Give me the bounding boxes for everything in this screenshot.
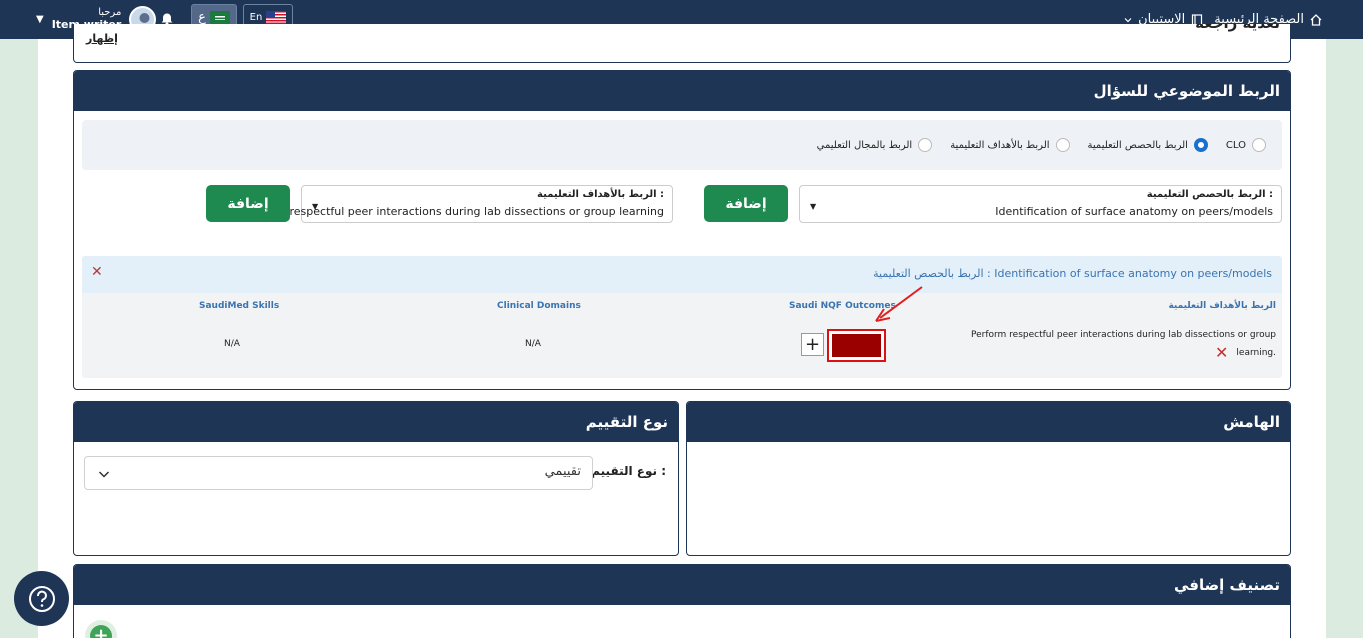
radio-educational-domain[interactable]: الربط بالمجال التعليمي (817, 138, 933, 152)
panel-title: الربط الموضوعي للسؤال (1093, 82, 1280, 100)
radio-educational-objectives[interactable]: الربط بالأهداف التعليمية (950, 138, 1070, 152)
caret-down-icon: ▼ (810, 202, 817, 211)
radio-button[interactable] (1252, 138, 1266, 152)
margin-panel: الهامش (686, 401, 1291, 556)
saudi-flag-icon (209, 11, 230, 24)
saudimed-skills-value: N/A (224, 339, 240, 349)
us-flag-icon (266, 11, 287, 24)
add-objective-button[interactable]: إضافة (206, 185, 290, 222)
caret-down-icon: ▼ (36, 13, 44, 25)
radio-lessons[interactable]: الربط بالحصص التعليمية (1088, 138, 1208, 152)
panel-header: الربط الموضوعي للسؤال (74, 71, 1290, 111)
column-header-saudimed: SaudiMed Skills (199, 301, 280, 311)
show-link[interactable]: إظهار (86, 32, 118, 45)
lang-en-label: En (249, 12, 263, 23)
plus-icon: + (90, 625, 112, 638)
add-lesson-button[interactable]: إضافة (704, 185, 788, 222)
review-panel: تعدية راجعة إظهار (73, 24, 1291, 63)
radio-button-selected[interactable] (1193, 138, 1208, 152)
radio-clo[interactable]: CLO (1226, 138, 1266, 152)
radio-button[interactable] (918, 138, 933, 152)
panel-header: الهامش (687, 402, 1290, 442)
add-nqf-outcome-button[interactable]: + (801, 333, 824, 356)
evaluation-type-panel: نوع التقييم نوع التقييم : تقييمي (73, 401, 679, 556)
evaluation-type-select[interactable]: تقييمي (84, 456, 593, 490)
mapping-result-header: الربط بالحصص التعليمية : Identification … (82, 256, 1282, 293)
lessons-select-label: الربط بالحصص التعليمية : (1146, 189, 1273, 200)
remove-objective-icon[interactable]: ✕ (1215, 343, 1228, 362)
subject-mapping-panel: الربط الموضوعي للسؤال الربط بالمجال التع… (73, 70, 1291, 390)
close-icon[interactable]: ✕ (91, 264, 103, 280)
panel-title: تصنيف إضافي (1173, 576, 1280, 594)
review-panel-title: تعدية راجعة (1195, 24, 1280, 32)
panel-title: الهامش (1223, 413, 1280, 431)
column-header-objectives: الربط بالأهداف التعليمية (1168, 301, 1276, 311)
evaluation-type-label: نوع التقييم : (591, 464, 666, 478)
chevron-down-icon (1123, 15, 1133, 25)
objectives-select-label: الربط بالأهداف التعليمية : (537, 189, 664, 200)
lang-ar-label: ع (198, 10, 206, 25)
objectives-select-value: ... respectful peer interactions during … (275, 205, 664, 218)
column-header-nqf: Saudi NQF Outcomes (789, 301, 896, 311)
panel-title: نوع التقييم (585, 413, 668, 431)
panel-header: تصنيف إضافي (74, 565, 1290, 605)
clinical-domains-value: N/A (525, 339, 541, 349)
mapping-result-box: الربط بالحصص التعليمية : Identification … (82, 256, 1282, 378)
highlighted-nqf-outcome[interactable] (827, 329, 886, 362)
radio-label: CLO (1225, 139, 1246, 151)
lessons-select[interactable]: الربط بالحصص التعليمية : Identification … (799, 185, 1282, 223)
objective-text-line1: Perform respectful peer interactions dur… (970, 330, 1276, 340)
chevron-down-icon (97, 466, 111, 485)
objectives-select[interactable]: الربط بالأهداف التعليمية : ... respectfu… (276, 185, 673, 223)
caret-down-icon: ▼ (312, 202, 319, 211)
mapping-result-title: الربط بالحصص التعليمية : Identification … (873, 267, 1272, 280)
panel-header: نوع التقييم (74, 402, 678, 442)
evaluation-type-value: تقييمي (544, 464, 581, 479)
help-button[interactable] (14, 571, 69, 626)
home-icon (1309, 13, 1323, 27)
radio-button[interactable] (1055, 138, 1070, 152)
radio-label: الربط بالمجال التعليمي (816, 139, 913, 151)
question-mark-icon (27, 584, 57, 614)
extra-classification-panel: تصنيف إضافي (73, 564, 1291, 638)
radio-label: الربط بالأهداف التعليمية (950, 139, 1050, 151)
column-header-clinical: Clinical Domains (497, 301, 581, 311)
lessons-select-value: Identification of surface anatomy on pee… (995, 205, 1273, 218)
radio-label: الربط بالحصص التعليمية (1087, 139, 1188, 151)
objective-text-line2: learning. (1236, 348, 1276, 358)
mapping-type-radio-group: الربط بالمجال التعليمي الربط بالأهداف ال… (82, 120, 1282, 170)
